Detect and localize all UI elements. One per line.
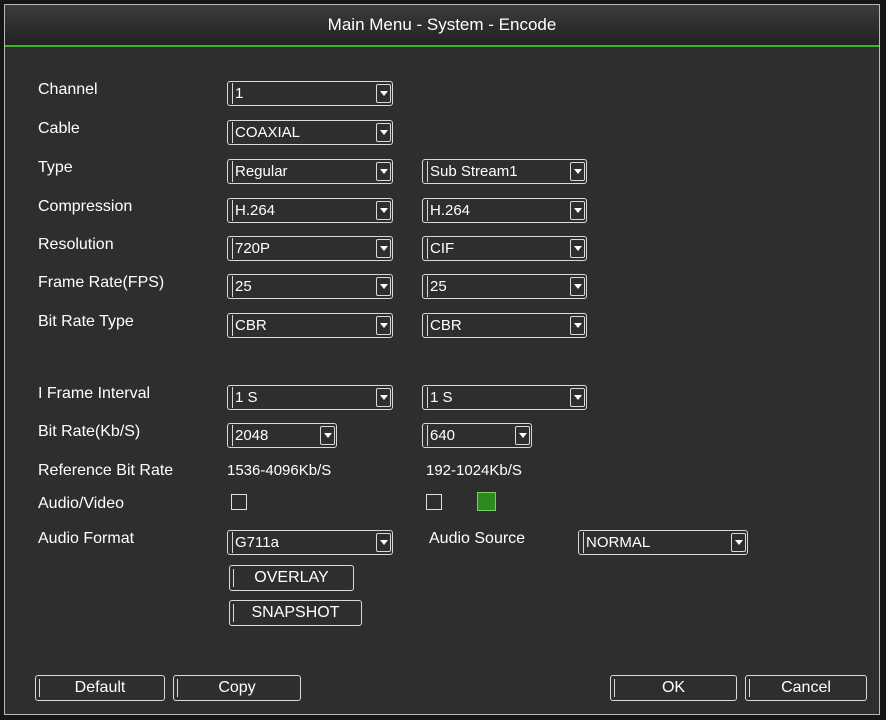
audio-video-label: Audio/Video: [38, 495, 124, 512]
sub-frame-rate-select[interactable]: 25: [422, 274, 587, 299]
ok-button[interactable]: OK: [610, 675, 737, 701]
chevron-down-icon: [570, 316, 585, 335]
sub-bit-rate-select[interactable]: 640: [422, 423, 532, 448]
audio-format-value: G711a: [232, 532, 370, 553]
main-bit-rate-select[interactable]: 2048: [227, 423, 337, 448]
main-type-select[interactable]: Regular: [227, 159, 393, 184]
cancel-button[interactable]: Cancel: [745, 675, 867, 701]
chevron-down-icon: [376, 123, 391, 142]
main-type-value: Regular: [232, 161, 370, 182]
channel-value: 1: [232, 83, 370, 104]
type-label: Type: [38, 159, 73, 176]
copy-button[interactable]: Copy: [173, 675, 301, 701]
sub-type-value: Sub Stream1: [427, 161, 564, 182]
cable-select[interactable]: COAXIAL: [227, 120, 393, 145]
sub-frame-rate-value: 25: [427, 276, 564, 297]
bit-rate-label: Bit Rate(Kb/S): [38, 423, 141, 440]
sub-bit-rate-value: 640: [427, 425, 509, 446]
chevron-down-icon: [320, 426, 335, 445]
main-audio-video-checkbox[interactable]: [231, 494, 247, 510]
main-bit-rate-type-select[interactable]: CBR: [227, 313, 393, 338]
default-button[interactable]: Default: [35, 675, 165, 701]
audio-source-label: Audio Source: [429, 530, 526, 547]
resolution-label: Resolution: [38, 236, 114, 253]
sub-i-frame-value: 1 S: [427, 387, 564, 408]
sub-resolution-select[interactable]: CIF: [422, 236, 587, 261]
audio-format-select[interactable]: G711a: [227, 530, 393, 555]
sub-bit-rate-type-select[interactable]: CBR: [422, 313, 587, 338]
chevron-down-icon: [376, 84, 391, 103]
chevron-down-icon: [570, 277, 585, 296]
window-title: Main Menu - System - Encode: [5, 5, 879, 47]
main-i-frame-select[interactable]: 1 S: [227, 385, 393, 410]
overlay-button[interactable]: OVERLAY: [229, 565, 354, 591]
audio-video-color-swatch[interactable]: [477, 492, 496, 511]
compression-label: Compression: [38, 198, 133, 215]
chevron-down-icon: [376, 388, 391, 407]
main-frame-rate-select[interactable]: 25: [227, 274, 393, 299]
main-resolution-select[interactable]: 720P: [227, 236, 393, 261]
channel-select[interactable]: 1: [227, 81, 393, 106]
chevron-down-icon: [570, 239, 585, 258]
chevron-down-icon: [376, 239, 391, 258]
sub-type-select[interactable]: Sub Stream1: [422, 159, 587, 184]
chevron-down-icon: [570, 388, 585, 407]
sub-compression-select[interactable]: H.264: [422, 198, 587, 223]
sub-reference-bit-rate: 192-1024Kb/S: [426, 462, 522, 479]
main-bit-rate-value: 2048: [232, 425, 314, 446]
encode-window: Main Menu - System - Encode Channel Cabl…: [4, 4, 880, 715]
main-compression-select[interactable]: H.264: [227, 198, 393, 223]
sub-bit-rate-type-value: CBR: [427, 315, 564, 336]
reference-bit-rate-label: Reference Bit Rate: [38, 462, 174, 479]
chevron-down-icon: [376, 277, 391, 296]
sub-audio-video-checkbox[interactable]: [426, 494, 442, 510]
main-compression-value: H.264: [232, 200, 370, 221]
audio-source-value: NORMAL: [583, 532, 725, 553]
cable-value: COAXIAL: [232, 122, 370, 143]
bit-rate-type-label: Bit Rate Type: [38, 313, 134, 330]
sub-compression-value: H.264: [427, 200, 564, 221]
channel-label: Channel: [38, 81, 98, 98]
sub-i-frame-select[interactable]: 1 S: [422, 385, 587, 410]
chevron-down-icon: [570, 162, 585, 181]
main-bit-rate-type-value: CBR: [232, 315, 370, 336]
main-resolution-value: 720P: [232, 238, 370, 259]
sub-resolution-value: CIF: [427, 238, 564, 259]
snapshot-button[interactable]: SNAPSHOT: [229, 600, 362, 626]
main-i-frame-value: 1 S: [232, 387, 370, 408]
chevron-down-icon: [376, 533, 391, 552]
main-reference-bit-rate: 1536-4096Kb/S: [227, 462, 332, 479]
main-frame-rate-value: 25: [232, 276, 370, 297]
audio-format-label: Audio Format: [38, 530, 135, 547]
chevron-down-icon: [570, 201, 585, 220]
frame-rate-label: Frame Rate(FPS): [38, 274, 165, 291]
chevron-down-icon: [731, 533, 746, 552]
chevron-down-icon: [376, 162, 391, 181]
chevron-down-icon: [376, 316, 391, 335]
chevron-down-icon: [376, 201, 391, 220]
chevron-down-icon: [515, 426, 530, 445]
cable-label: Cable: [38, 120, 80, 137]
i-frame-interval-label: I Frame Interval: [38, 385, 151, 402]
audio-source-select[interactable]: NORMAL: [578, 530, 748, 555]
